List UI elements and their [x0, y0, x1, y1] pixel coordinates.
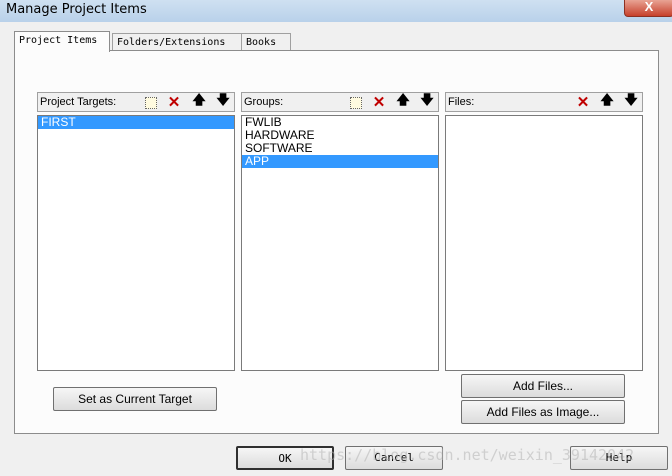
- files-list[interactable]: [445, 115, 643, 371]
- files-header: Files: ✕ 🡅 🡇: [445, 92, 643, 112]
- targets-label: Project Targets:: [40, 96, 117, 108]
- move-down-icon[interactable]: 🡇: [419, 92, 435, 110]
- groups-label: Groups:: [244, 96, 284, 108]
- tab-folders-extensions[interactable]: Folders/Extensions: [112, 33, 243, 50]
- title-bar: Manage Project Items X: [0, 0, 672, 22]
- new-icon[interactable]: [145, 97, 157, 109]
- delete-icon[interactable]: ✕: [371, 94, 387, 111]
- new-icon[interactable]: [350, 97, 362, 109]
- move-down-icon[interactable]: 🡇: [215, 92, 231, 110]
- set-current-target-button[interactable]: Set as Current Target: [53, 387, 217, 411]
- delete-icon[interactable]: ✕: [166, 94, 182, 111]
- close-icon: X: [644, 0, 654, 14]
- targets-list[interactable]: FIRST: [37, 115, 235, 371]
- move-up-icon[interactable]: 🡅: [191, 92, 207, 110]
- delete-icon[interactable]: ✕: [575, 94, 591, 111]
- tab-project-items[interactable]: Project Items: [14, 31, 110, 52]
- list-item[interactable]: SOFTWARE: [242, 142, 438, 155]
- tab-books[interactable]: Books: [241, 33, 291, 50]
- move-up-icon[interactable]: 🡅: [599, 92, 615, 110]
- groups-list[interactable]: FWLIB HARDWARE SOFTWARE APP: [241, 115, 439, 371]
- list-item[interactable]: APP: [242, 155, 438, 168]
- watermark-text: https://blog.csdn.net/weixin_39142042: [300, 446, 635, 464]
- targets-header: Project Targets: ✕ 🡅 🡇: [37, 92, 235, 112]
- window-title: Manage Project Items: [6, 2, 147, 17]
- list-item[interactable]: FIRST: [38, 116, 234, 129]
- add-files-image-button[interactable]: Add Files as Image...: [461, 400, 625, 424]
- groups-header: Groups: ✕ 🡅 🡇: [241, 92, 439, 112]
- files-label: Files:: [448, 96, 475, 108]
- move-down-icon[interactable]: 🡇: [623, 92, 639, 110]
- close-button[interactable]: X: [624, 0, 672, 17]
- add-files-button[interactable]: Add Files...: [461, 374, 625, 398]
- move-up-icon[interactable]: 🡅: [395, 92, 411, 110]
